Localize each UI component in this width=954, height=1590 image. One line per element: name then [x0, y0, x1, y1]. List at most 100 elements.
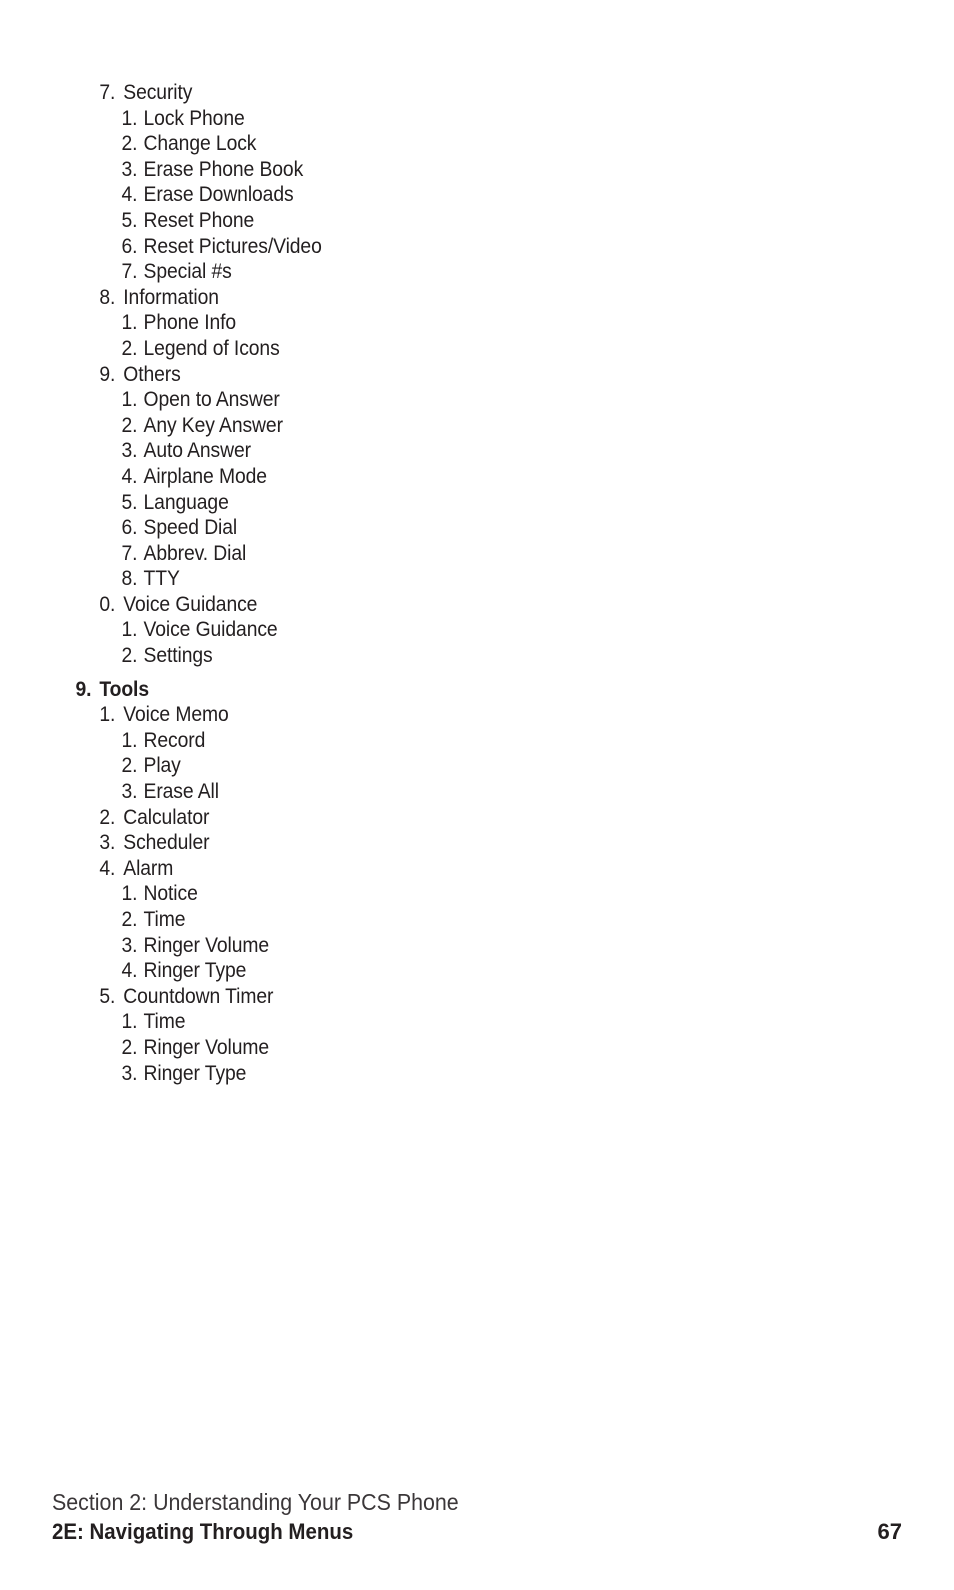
menu-item-marker: 4. — [121, 959, 138, 983]
menu-item-label: Any Key Answer — [143, 413, 283, 437]
menu-item-marker: 3. — [121, 780, 138, 804]
menu-item-marker: 0. — [99, 592, 116, 616]
menu-item-label: Ringer Type — [143, 959, 247, 983]
menu-item-label: Notice — [143, 882, 198, 906]
menu-item: 5. Countdown Timer — [0, 984, 878, 1010]
menu-item-label: Calculator — [123, 805, 210, 829]
menu-item-marker: 2. — [121, 754, 138, 778]
menu-item: 2. Ringer Volume — [0, 1035, 878, 1061]
menu-item: 7. Abbrev. Dial — [0, 541, 878, 567]
menu-section-heading: 9. Tools — [0, 677, 878, 703]
menu-item-label: Airplane Mode — [143, 464, 267, 488]
footer-section-line: Section 2: Understanding Your PCS Phone — [52, 1489, 459, 1515]
menu-item: 0. Voice Guidance — [0, 592, 878, 618]
menu-item: 3. Erase All — [0, 779, 878, 805]
menu-item-label: Tools — [99, 677, 149, 701]
menu-item: 1. Voice Memo — [0, 702, 878, 728]
menu-item: 2. Settings — [0, 643, 878, 669]
menu-item-marker: 9. — [75, 677, 92, 701]
menu-item-marker: 3. — [121, 933, 138, 957]
menu-item-marker: 3. — [121, 1061, 138, 1085]
menu-item-label: Time — [143, 908, 186, 931]
menu-item-marker: 8. — [121, 567, 138, 591]
menu-item-marker: 2. — [121, 336, 138, 360]
menu-item-label: Abbrev. Dial — [143, 541, 247, 565]
menu-item-marker: 1. — [121, 882, 138, 906]
menu-item: 7. Security — [0, 80, 878, 106]
menu-item-marker: 1. — [121, 728, 138, 752]
menu-item-label: Phone Info — [143, 311, 237, 335]
menu-item: 2. Time — [0, 907, 878, 933]
menu-item: 7. Special #s — [0, 259, 878, 285]
menu-item: 3. Ringer Volume — [0, 933, 878, 959]
menu-item-marker: 8. — [99, 285, 116, 309]
menu-item: 8. Information — [0, 285, 878, 311]
menu-item-marker: 2. — [121, 1035, 138, 1059]
menu-item: 6. Speed Dial — [0, 515, 878, 541]
menu-item: 3. Ringer Type — [0, 1061, 878, 1087]
menu-item-marker: 4. — [121, 183, 138, 207]
menu-item-marker: 5. — [121, 208, 138, 232]
menu-item: 4. Airplane Mode — [0, 464, 878, 490]
menu-item-marker: 1. — [121, 388, 138, 412]
menu-item: 3. Erase Phone Book — [0, 157, 878, 183]
menu-item: 5. Reset Phone — [0, 208, 878, 234]
menu-item-label: Legend of Icons — [143, 336, 280, 360]
menu-item-marker: 2. — [121, 132, 138, 156]
menu-item-label: Reset Pictures/Video — [143, 234, 322, 258]
menu-item-marker: 7. — [121, 541, 138, 565]
menu-item-marker: 7. — [99, 81, 116, 104]
menu-item-marker: 3. — [121, 439, 138, 463]
menu-item-label: Voice Guidance — [123, 592, 258, 616]
menu-item-label: Language — [143, 490, 229, 514]
menu-item-marker: 4. — [121, 464, 138, 488]
menu-item-label: Ringer Type — [143, 1061, 247, 1085]
menu-item-marker: 4. — [99, 856, 116, 880]
menu-item-label: Record — [143, 728, 206, 752]
menu-item: 2. Calculator — [0, 805, 878, 831]
menu-item: 4. Ringer Type — [0, 958, 878, 984]
menu-item-marker: 1. — [121, 1010, 138, 1034]
page-footer: Section 2: Understanding Your PCS Phone … — [0, 1470, 954, 1590]
menu-item-marker: 1. — [121, 618, 138, 642]
menu-item-label: Information — [123, 285, 219, 309]
footer-page-number: 67 — [877, 1519, 902, 1544]
menu-item-marker: 2. — [99, 805, 116, 829]
menu-item-label: Play — [143, 754, 181, 778]
menu-item-label: Erase Phone Book — [143, 157, 304, 181]
menu-item-label: Erase Downloads — [143, 183, 294, 207]
menu-item: 8. TTY — [0, 566, 878, 592]
menu-item: 9. Others — [0, 362, 878, 388]
menu-item-marker: 2. — [121, 644, 138, 668]
menu-item-marker: 9. — [99, 362, 116, 386]
footer-chapter-line: 2E: Navigating Through Menus — [52, 1519, 354, 1544]
menu-item-label: Auto Answer — [143, 439, 252, 463]
menu-item-marker: 3. — [121, 157, 138, 181]
menu-item: 5. Language — [0, 490, 878, 516]
menu-item-marker: 1. — [121, 311, 138, 335]
menu-item-label: TTY — [143, 567, 180, 591]
menu-tree: 7. Security 1. Lock Phone 2. Change Lock 3. Era… — [0, 80, 954, 1086]
menu-item-marker: 1. — [121, 106, 138, 130]
menu-item: 3. Auto Answer — [0, 438, 878, 464]
menu-item: 3. Scheduler — [0, 830, 878, 856]
menu-item-marker: 3. — [99, 831, 116, 855]
menu-item-label: Security — [123, 81, 193, 104]
menu-item-label: Speed Dial — [143, 516, 238, 540]
menu-item-label: Alarm — [123, 856, 174, 880]
menu-item-label: Scheduler — [123, 831, 210, 855]
menu-item: 1. Notice — [0, 881, 878, 907]
menu-item-label: Settings — [143, 644, 213, 668]
menu-item: 1. Record — [0, 728, 878, 754]
menu-item-label: Ringer Volume — [143, 933, 270, 957]
menu-item: 4. Erase Downloads — [0, 182, 878, 208]
menu-item-label: Others — [123, 362, 181, 386]
menu-item-label: Time — [143, 1010, 186, 1034]
menu-item: 2. Any Key Answer — [0, 413, 878, 439]
menu-item-marker: 2. — [121, 908, 138, 931]
menu-item-label: Special #s — [143, 260, 232, 284]
menu-item-label: Erase All — [143, 780, 220, 804]
menu-item-label: Voice Memo — [123, 703, 229, 727]
menu-item-label: Open to Answer — [143, 388, 280, 412]
menu-item: 2. Change Lock — [0, 131, 878, 157]
